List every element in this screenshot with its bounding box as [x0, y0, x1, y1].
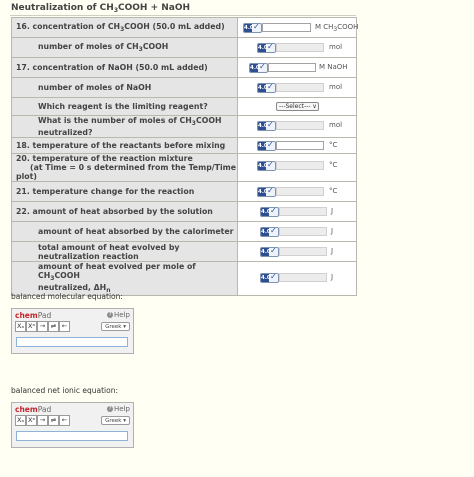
q16-unit: M CH3COOH [315, 23, 359, 33]
molecular-equation-input[interactable] [16, 337, 128, 347]
help-icon: ? [107, 312, 114, 318]
q17-label: 17. concentration of NaOH (50.0 mL added… [11, 57, 238, 78]
arrow-left-button[interactable]: ← [59, 321, 70, 332]
q22b-unit: J [331, 227, 334, 235]
chempad-molecular: chemPad ? Help Xₐ Xᵃ → ⇌ ← Greek ▾ [11, 308, 134, 354]
greek-dropdown[interactable]: Greek ▾ [101, 322, 130, 331]
chempad-toolbar: Xₐ Xᵃ → ⇌ ← [15, 415, 70, 426]
q16-input[interactable] [262, 23, 311, 32]
q22b-input[interactable] [279, 227, 327, 236]
q22b-label: amount of heat absorbed by the calorimet… [11, 221, 238, 242]
limiting-reagent-select[interactable]: ---Select--- ∨ [276, 102, 319, 111]
q16b-unit: mol [329, 43, 343, 51]
q17b-unit: mol [329, 83, 343, 91]
net-ionic-equation-label: balanced net ionic equation: [11, 386, 118, 395]
greek-dropdown[interactable]: Greek ▾ [101, 416, 130, 425]
q22d-input[interactable] [279, 273, 327, 282]
q18-label: 18. temperature of the reactants before … [11, 137, 238, 154]
q-neutralized-label: What is the number of moles of CH3COOH n… [11, 115, 238, 138]
answer-status-icon[interactable]: 4.0 ✓ [257, 161, 276, 171]
q16b-input[interactable] [276, 43, 324, 52]
q20-input[interactable] [276, 161, 324, 170]
q22c-label: total amount of heat evolved by neutrali… [11, 241, 238, 262]
title-divider [10, 15, 356, 16]
answer-status-icon[interactable]: 4.0 ✓ [260, 207, 279, 217]
answer-status-icon[interactable]: 4.0 ✓ [249, 63, 268, 73]
equilibrium-arrow-button[interactable]: ⇌ [48, 321, 59, 332]
q18-unit: °C [329, 141, 338, 149]
q22d-label: amount of heat evolved per mole of CH3CO… [11, 261, 238, 296]
section-title: Neutralization of CH3COOH + NaOH [11, 3, 191, 14]
q21-input[interactable] [276, 187, 324, 196]
answer-status-icon[interactable]: 4.0 ✓ [257, 121, 276, 131]
q22-unit: J [331, 207, 334, 215]
q17-input[interactable] [268, 63, 316, 72]
molecular-equation-label: balanced molecular equation: [11, 292, 123, 301]
page: Neutralization of CH3COOH + NaOH 16. con… [0, 0, 474, 477]
question-table: 16. concentration of CH3COOH (50.0 mL ad… [11, 17, 359, 296]
q16b-label: number of moles of CH3COOH [11, 37, 238, 58]
chempad-logo: chemPad [15, 311, 52, 320]
q-neutralized-unit: mol [329, 121, 343, 129]
help-button[interactable]: ? Help [107, 405, 130, 413]
equilibrium-arrow-button[interactable]: ⇌ [48, 415, 59, 426]
net-ionic-equation-input[interactable] [16, 431, 128, 441]
q21-unit: °C [329, 187, 338, 195]
chempad-toolbar: Xₐ Xᵃ → ⇌ ← [15, 321, 70, 332]
q-neutralized-input[interactable] [276, 121, 324, 130]
q22d-unit: J [331, 273, 334, 281]
q17b-input[interactable] [276, 83, 324, 92]
chempad-logo: chemPad [15, 405, 52, 414]
superscript-button[interactable]: Xᵃ [26, 415, 37, 426]
arrow-left-button[interactable]: ← [59, 415, 70, 426]
q22c-unit: J [331, 247, 334, 255]
q22-input[interactable] [279, 207, 327, 216]
q18-input[interactable] [276, 141, 324, 150]
answer-status-icon[interactable]: 4.0 ✓ [257, 43, 276, 53]
answer-status-icon[interactable]: 4.0 ✓ [257, 187, 276, 197]
superscript-button[interactable]: Xᵃ [26, 321, 37, 332]
answer-status-icon[interactable]: 4.0 ✓ [260, 273, 279, 283]
answer-status-icon[interactable]: 4.0 ✓ [260, 227, 279, 237]
answer-status-icon[interactable]: 4.0 ✓ [243, 23, 262, 33]
q20-unit: °C [329, 161, 338, 169]
q22-label: 22. amount of heat absorbed by the solut… [11, 201, 238, 222]
arrow-right-button[interactable]: → [37, 415, 48, 426]
subscript-button[interactable]: Xₐ [15, 321, 26, 332]
q-limiting-label: Which reagent is the limiting reagent? [11, 97, 238, 116]
answer-status-icon[interactable]: 4.0 ✓ [260, 247, 279, 257]
q21-label: 21. temperature change for the reaction [11, 181, 238, 202]
q22c-input[interactable] [279, 247, 327, 256]
arrow-right-button[interactable]: → [37, 321, 48, 332]
answer-status-icon[interactable]: 4.0 ✓ [257, 83, 276, 93]
answer-status-icon[interactable]: 4.0 ✓ [257, 141, 276, 151]
q16-label: 16. concentration of CH3COOH (50.0 mL ad… [11, 17, 238, 38]
chempad-net-ionic: chemPad ? Help Xₐ Xᵃ → ⇌ ← Greek ▾ [11, 402, 134, 448]
q17-unit: M NaOH [319, 63, 348, 71]
q20-label: 20. temperature of the reaction mixture(… [11, 153, 238, 182]
q17b-label: number of moles of NaOH [11, 77, 238, 98]
help-icon: ? [107, 406, 114, 412]
help-button[interactable]: ? Help [107, 311, 130, 319]
subscript-button[interactable]: Xₐ [15, 415, 26, 426]
